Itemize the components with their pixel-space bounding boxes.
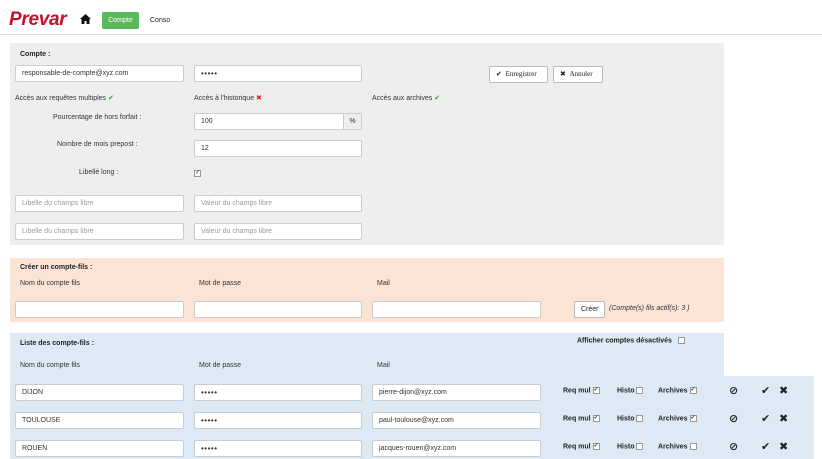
save-button-label: Enregistrer: [505, 70, 537, 78]
header-divider: [0, 34, 822, 35]
check-icon[interactable]: ✔: [761, 412, 770, 425]
row-mail-input[interactable]: pierre-dijon@xyz.com: [372, 384, 541, 401]
account-email-field[interactable]: responsable-de-compte@xyz.com: [15, 65, 184, 82]
row-histo: Histo: [617, 443, 644, 451]
row-password-input[interactable]: •••••: [194, 440, 362, 457]
show-disabled-label: Afficher comptes désactivés: [577, 337, 672, 345]
access-requests-row: Accès aux requêtes multiples ✔: [15, 94, 114, 102]
check-icon: ✔: [108, 94, 114, 102]
list-col-name: Nom du compte fils: [20, 362, 80, 369]
access-history-label: Accès à l'historique: [194, 95, 255, 102]
archives-label: Archives: [658, 443, 688, 451]
list-section-title: Liste des compte-fils :: [20, 340, 94, 347]
create-name-input[interactable]: [15, 301, 184, 318]
access-history-row: Accès à l'historique ✖: [194, 94, 262, 102]
close-icon: ✖: [560, 70, 566, 78]
row-archives: Archives: [658, 443, 697, 450]
show-disabled-row: Afficher comptes désactivés: [577, 337, 685, 344]
row-archives: Archives ✓: [658, 387, 697, 394]
list-col-password: Mot de passe: [199, 362, 242, 369]
cross-icon: ✖: [256, 94, 262, 102]
free-value-input-1[interactable]: Valeur du champs libre: [194, 195, 362, 212]
pct-label: Pourcentage de hors forfait :: [53, 114, 142, 121]
create-button[interactable]: Créer: [574, 301, 605, 318]
row-mail-input[interactable]: paul-toulouse@xyz.com: [372, 412, 541, 429]
req-mul-label: Req mul: [563, 387, 591, 395]
home-icon[interactable]: [80, 14, 91, 26]
create-col-password: Mot de passe: [199, 280, 242, 287]
check-icon: ✔: [434, 94, 441, 102]
access-archives-row: Accès aux archives ✔: [372, 94, 440, 102]
save-button[interactable]: ✔ Enregistrer: [489, 66, 548, 83]
delete-icon[interactable]: ✖: [779, 384, 788, 397]
row-archives: Archives ✓: [658, 415, 697, 422]
row-password-input[interactable]: •••••: [194, 412, 362, 429]
histo-checkbox[interactable]: [636, 415, 644, 422]
delete-icon[interactable]: ✖: [779, 440, 788, 453]
create-mail-input[interactable]: [372, 301, 541, 318]
months-input[interactable]: 12: [194, 140, 362, 157]
create-section-title: Créer un compte-fils :: [20, 264, 93, 271]
req-mul-checkbox[interactable]: ✓: [592, 387, 600, 394]
row-histo: Histo: [617, 415, 644, 423]
archives-checkbox[interactable]: [689, 443, 697, 450]
row-name-input[interactable]: ROUEN: [15, 440, 184, 457]
app-logo: Prevar: [9, 9, 67, 30]
check-icon[interactable]: ✔: [761, 384, 770, 397]
account-password-field[interactable]: •••••: [194, 65, 362, 82]
archives-checkbox[interactable]: ✓: [689, 415, 697, 422]
active-count: (Compte(s) fils actif(s): 3 ): [609, 305, 690, 312]
row-req-mul: Req mul ✓: [563, 443, 600, 450]
row-histo: Histo: [617, 387, 644, 395]
access-requests-label: Accès aux requêtes multiples: [15, 95, 107, 102]
archives-label: Archives: [658, 387, 688, 395]
histo-label: Histo: [617, 415, 635, 423]
check-icon: ✔: [496, 70, 502, 78]
row-name-input[interactable]: DIJON: [15, 384, 184, 401]
histo-checkbox[interactable]: [636, 443, 644, 450]
long-label-checkbox[interactable]: ✓: [194, 170, 201, 177]
archives-checkbox[interactable]: ✓: [689, 387, 697, 394]
row-password-input[interactable]: •••••: [194, 384, 362, 401]
cancel-button[interactable]: ✖ Annuler: [553, 66, 603, 83]
create-col-mail: Mail: [377, 280, 390, 287]
row-mail-input[interactable]: jacques-rouen@xyz.com: [372, 440, 541, 457]
tab-compte[interactable]: Compte: [102, 12, 139, 29]
months-label: Nombre de mois prepost :: [57, 141, 138, 148]
row-name-input[interactable]: TOULOUSE: [15, 412, 184, 429]
req-mul-checkbox[interactable]: ✓: [592, 443, 600, 450]
create-password-input[interactable]: [194, 301, 362, 318]
access-archives-label: Accès aux archives: [372, 95, 433, 102]
disable-icon[interactable]: ⊘: [729, 412, 738, 425]
disable-icon[interactable]: ⊘: [729, 440, 738, 453]
row-req-mul: Req mul ✓: [563, 387, 600, 394]
pct-input[interactable]: 100: [194, 113, 344, 130]
tab-conso[interactable]: Conso: [150, 17, 170, 24]
histo-checkbox[interactable]: [636, 387, 644, 394]
row-req-mul: Req mul ✓: [563, 415, 600, 422]
archives-label: Archives: [658, 415, 688, 423]
pct-unit: %: [343, 113, 362, 130]
list-col-mail: Mail: [377, 362, 390, 369]
create-col-name: Nom du compte fils: [20, 280, 80, 287]
long-label: Libellé long :: [79, 169, 119, 176]
cancel-button-label: Annuler: [569, 70, 593, 78]
free-label-input-1[interactable]: Libelle du champs libre: [15, 195, 184, 212]
account-section-title: Compte :: [20, 51, 51, 58]
req-mul-checkbox[interactable]: ✓: [592, 415, 600, 422]
free-label-input-2[interactable]: Libelle du champs libre: [15, 223, 184, 240]
free-value-input-2[interactable]: Valeur du champs libre: [194, 223, 362, 240]
req-mul-label: Req mul: [563, 415, 591, 423]
req-mul-label: Req mul: [563, 443, 591, 451]
check-icon[interactable]: ✔: [761, 440, 770, 453]
delete-icon[interactable]: ✖: [779, 412, 788, 425]
histo-label: Histo: [617, 443, 635, 451]
disable-icon[interactable]: ⊘: [729, 384, 738, 397]
show-disabled-checkbox[interactable]: [677, 337, 685, 344]
histo-label: Histo: [617, 387, 635, 395]
